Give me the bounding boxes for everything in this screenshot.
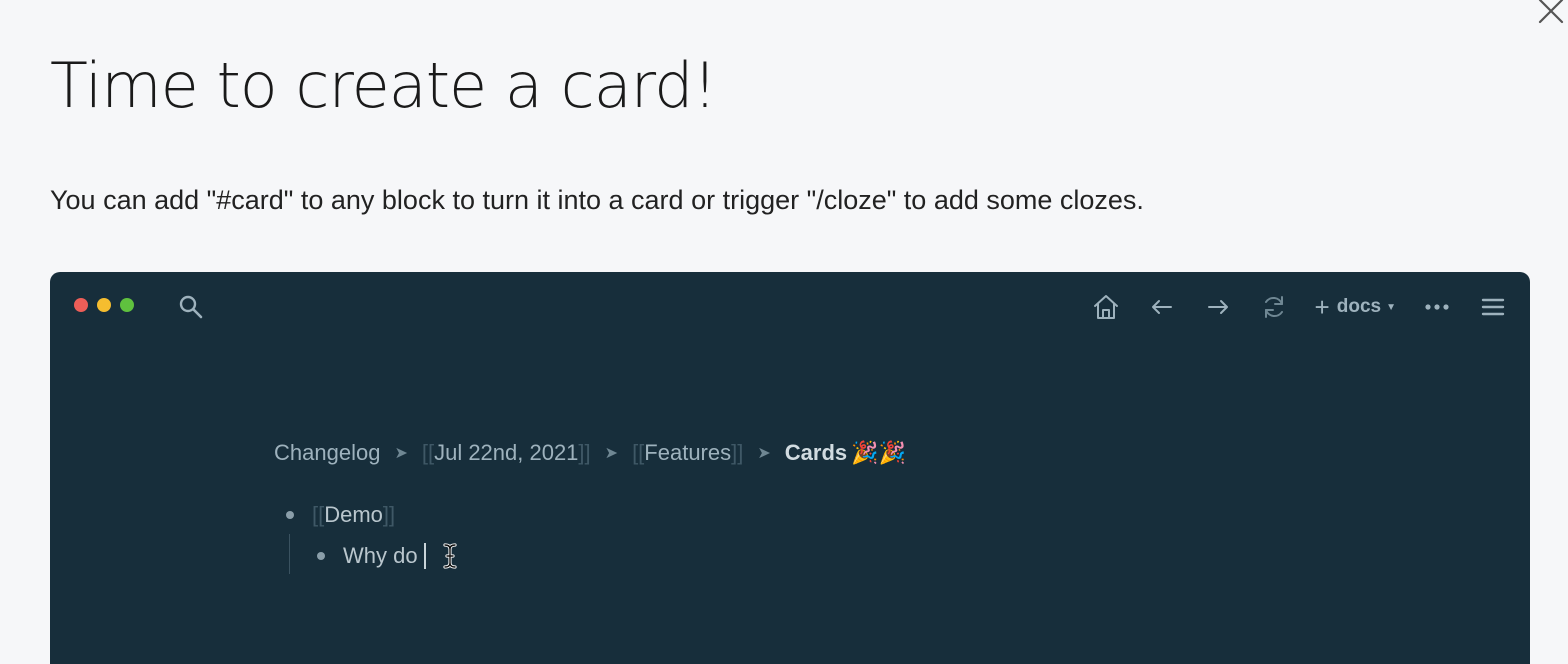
window-close-dot[interactable]	[74, 298, 88, 312]
breadcrumb-current-page[interactable]: Cards	[785, 440, 847, 466]
refresh-icon[interactable]	[1259, 292, 1289, 322]
breadcrumb: Changelog ➤ [[ Jul 22nd, 2021 ]] ➤ [[ Fe…	[274, 440, 906, 466]
window-controls	[74, 298, 134, 312]
chevron-right-icon: ➤	[757, 445, 771, 462]
text-cursor	[423, 543, 426, 569]
bracket-open: [[	[312, 502, 325, 527]
home-icon[interactable]	[1091, 292, 1121, 322]
toolbar: + docs ▼	[1091, 290, 1508, 324]
add-label: +	[1314, 291, 1330, 322]
party-popper-icon: 🎉🎉	[851, 440, 906, 465]
chevron-right-icon: ➤	[604, 445, 619, 462]
breadcrumb-item-changelog[interactable]: Changelog	[274, 440, 380, 466]
chevron-right-icon: ➤	[394, 445, 408, 462]
bullet-icon[interactable]	[286, 511, 294, 519]
window-minimize-dot[interactable]	[97, 298, 111, 312]
bracket-open: [[	[632, 440, 645, 465]
modal-description: You can add "#card" to any block to turn…	[50, 185, 1144, 215]
bracket-open: [[	[421, 440, 435, 465]
window-maximize-dot[interactable]	[120, 298, 134, 312]
block-editor-text[interactable]: Why do	[343, 543, 418, 569]
bracket-close: ]]	[731, 440, 744, 465]
graph-switcher-button[interactable]: + docs ▼	[1315, 292, 1396, 323]
list-item[interactable]: Why do	[317, 542, 458, 570]
graph-name: docs	[1336, 296, 1382, 317]
close-icon[interactable]	[1536, 0, 1568, 28]
breadcrumb-item-date[interactable]: Jul 22nd, 2021	[434, 440, 578, 466]
bracket-close: ]]	[578, 440, 591, 465]
modal-title: Time to create a card!	[50, 49, 717, 122]
menu-icon[interactable]	[1478, 292, 1508, 322]
block-children-guide	[289, 534, 290, 574]
more-icon[interactable]	[1422, 292, 1452, 322]
page-ref-demo[interactable]: Demo	[324, 502, 383, 528]
search-icon[interactable]	[178, 294, 204, 320]
arrow-right-icon[interactable]	[1203, 292, 1233, 322]
onboarding-modal: Time to create a card! You can add "#car…	[0, 0, 1568, 664]
breadcrumb-item-features[interactable]: Features	[644, 440, 731, 466]
bullet-icon[interactable]	[317, 552, 325, 560]
demo-video-preview[interactable]: + docs ▼ Changelog ➤ [[ Jul 22nd, 2021 ]…	[50, 272, 1530, 664]
list-item[interactable]: [[ Demo ]]	[286, 502, 395, 528]
bracket-close: ]]	[382, 502, 396, 527]
arrow-left-icon[interactable]	[1147, 292, 1177, 322]
chevron-down-icon: ▼	[1386, 301, 1396, 313]
ibeam-cursor-icon	[442, 543, 457, 569]
